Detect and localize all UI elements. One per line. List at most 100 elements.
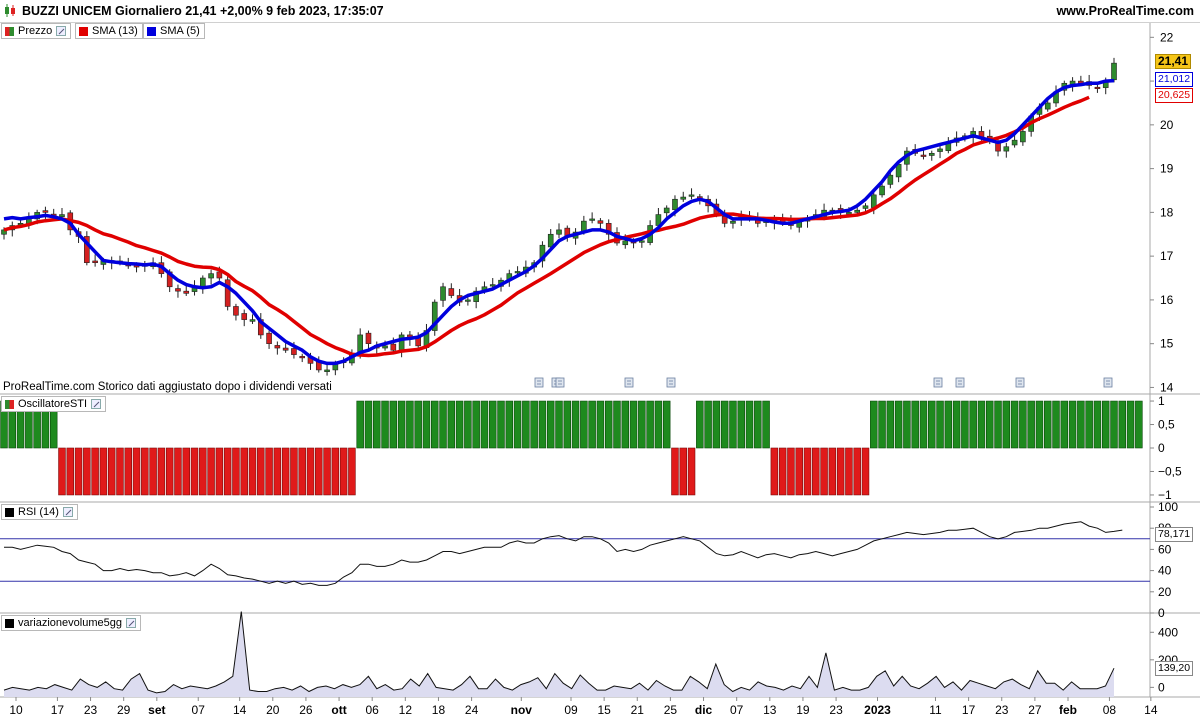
- oscillator-bar: [1110, 400, 1118, 449]
- volume-value-box: 139,20: [1155, 661, 1194, 676]
- wrench-icon[interactable]: [56, 26, 67, 36]
- oscillator-bar: [455, 400, 464, 449]
- oscillator-bar: [141, 447, 149, 496]
- oscillator-bar: [215, 447, 224, 496]
- candle-body: [208, 273, 214, 279]
- candle-body: [448, 288, 455, 296]
- oscillator-panel[interactable]: [0, 400, 1143, 496]
- oscillator-bar: [894, 400, 903, 449]
- sma5-value-box: 21,012: [1155, 72, 1194, 87]
- oscillator-bar: [944, 400, 953, 449]
- oscillator-bar: [223, 447, 232, 496]
- oscillator-bar: [654, 400, 663, 449]
- wrench-icon[interactable]: [91, 399, 102, 409]
- price-panel[interactable]: [1, 57, 1117, 388]
- legend-sma5[interactable]: SMA (5): [143, 23, 205, 39]
- candle-body: [597, 220, 604, 224]
- oscillator-bar: [571, 400, 580, 449]
- note-icon: [955, 377, 965, 388]
- oscillator-bar: [116, 447, 124, 496]
- x-tick-label: 13: [763, 703, 777, 717]
- site-link[interactable]: www.ProRealTime.com: [1056, 4, 1194, 18]
- rsi-tick-label: 20: [1158, 585, 1172, 599]
- x-tick-label: 23: [829, 703, 843, 717]
- oscillator-bar: [812, 447, 820, 496]
- x-tick-label: dic: [695, 703, 713, 717]
- note-icon: [666, 377, 676, 388]
- candle-body: [1044, 102, 1051, 110]
- oscillator-bar: [588, 400, 596, 449]
- legend-volume[interactable]: variazionevolume5gg: [1, 615, 141, 631]
- oscillator-bar: [165, 447, 174, 496]
- x-tick-label: 19: [796, 703, 810, 717]
- oscillator-bar: [248, 447, 257, 496]
- oscillator-bar: [994, 400, 1002, 449]
- x-tick-label: 12: [399, 703, 413, 717]
- candle-body: [928, 152, 935, 156]
- oscillator-bar: [58, 447, 66, 496]
- oscillator-bar: [488, 400, 497, 449]
- sma5-swatch-icon: [147, 26, 156, 36]
- oscillator-bar: [190, 447, 199, 496]
- rsi-tick-label: 60: [1158, 542, 1172, 556]
- oscillator-bar: [199, 447, 207, 496]
- legend-oscillator[interactable]: OscillatoreSTI: [1, 396, 107, 412]
- x-tick-label: 10: [9, 703, 23, 717]
- oscillator-bar: [679, 447, 687, 496]
- oscillator-bar: [795, 447, 803, 496]
- oscillator-bar: [903, 400, 911, 449]
- x-tick-label: ott: [331, 703, 346, 717]
- candle-body: [175, 288, 181, 292]
- oscillator-bar: [306, 447, 315, 496]
- oscillator-bar: [638, 400, 646, 449]
- candle-body: [879, 185, 885, 196]
- oscillator-bar: [687, 447, 696, 496]
- rsi-value-box: 78,171: [1155, 527, 1194, 542]
- oscillator-bar: [836, 447, 845, 496]
- oscillator-bar: [737, 400, 745, 449]
- volume-panel[interactable]: [3, 611, 1115, 697]
- oscillator-tick-label: 0: [1158, 441, 1165, 455]
- candle-body: [589, 218, 595, 221]
- note-icon: [1015, 377, 1025, 388]
- oscillator-bar: [530, 400, 538, 449]
- candle-body: [1020, 131, 1026, 143]
- x-tick-label: feb: [1059, 703, 1077, 717]
- legend-sma13[interactable]: SMA (13): [75, 23, 143, 39]
- legend-rsi[interactable]: RSI (14): [1, 504, 78, 520]
- oscillator-bar: [273, 447, 282, 496]
- sma5-line: [3, 78, 1115, 366]
- x-tick-label: 18: [432, 703, 446, 717]
- oscillator-bar: [778, 447, 787, 496]
- oscillator-bar: [265, 447, 273, 496]
- oscillator-bar: [754, 400, 762, 449]
- oscillator-bar: [961, 400, 969, 449]
- rsi-panel[interactable]: [0, 521, 1150, 586]
- note-icon-box: [666, 377, 676, 388]
- candle-body: [465, 299, 471, 302]
- candle-body: [622, 240, 629, 246]
- oscillator-bar: [1118, 400, 1127, 449]
- sma13-line: [3, 95, 1090, 358]
- oscillator-bar: [174, 447, 182, 496]
- candle-body: [887, 174, 894, 185]
- wrench-icon[interactable]: [62, 507, 73, 517]
- wrench-icon[interactable]: [125, 618, 136, 628]
- oscillator-bar: [290, 447, 298, 496]
- candle-body: [291, 348, 297, 355]
- oscillator-bar: [1035, 400, 1044, 449]
- oscillator-bar: [596, 400, 605, 449]
- oscillator-bar: [124, 447, 132, 496]
- candle-body: [282, 347, 289, 351]
- oscillator-bar: [207, 447, 215, 496]
- note-icon: [534, 377, 544, 388]
- candle-body: [241, 313, 248, 320]
- oscillator-bar: [1027, 400, 1035, 449]
- candle-body: [556, 229, 562, 235]
- oscillator-bar: [919, 400, 928, 449]
- candle-body: [870, 194, 877, 208]
- legend-price[interactable]: Prezzo: [1, 23, 72, 39]
- candle-body: [365, 332, 372, 344]
- candle-body: [266, 332, 272, 344]
- candle-body: [920, 154, 927, 157]
